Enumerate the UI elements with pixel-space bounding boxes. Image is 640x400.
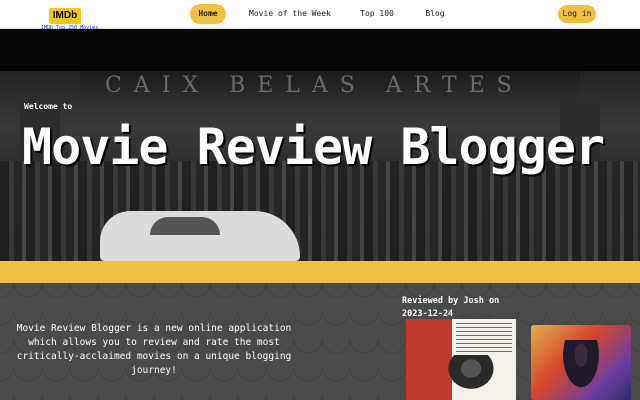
theater-sign-text: CAIX BELAS ARTES [105,73,524,98]
crowd [0,161,640,261]
movie-poster[interactable] [531,325,631,400]
hero-banner: CAIX BELAS ARTES Welcome to Movie Review… [0,29,640,261]
nav-home[interactable]: Home [190,4,226,24]
accent-strip [0,261,640,283]
logo-area: IMDb IMDb Top 250 Movies [41,3,98,31]
nav-movie-of-the-week[interactable]: Movie of the Week [248,4,332,24]
hero-title: Movie Review Blogger [22,118,605,176]
taxi-window [150,217,220,235]
top-navbar: IMDb IMDb Top 250 Movies Home Movie of t… [0,0,640,31]
login-button[interactable]: Log in [558,5,596,23]
poster-figure [556,340,606,400]
poster-figures [436,355,506,400]
nav-blog[interactable]: Blog [421,4,449,24]
welcome-text: Welcome to [24,102,73,111]
movie-poster[interactable] [406,319,516,400]
review-caption: Reviewed by Josh on 2023-12-24 [402,296,500,319]
imdb-logo[interactable]: IMDb [48,8,82,24]
hero-top-band [0,29,640,71]
nav-top-100[interactable]: Top 100 [359,4,395,24]
intro-text: Movie Review Blogger is a new online app… [16,323,292,376]
poster-credits [456,323,512,353]
